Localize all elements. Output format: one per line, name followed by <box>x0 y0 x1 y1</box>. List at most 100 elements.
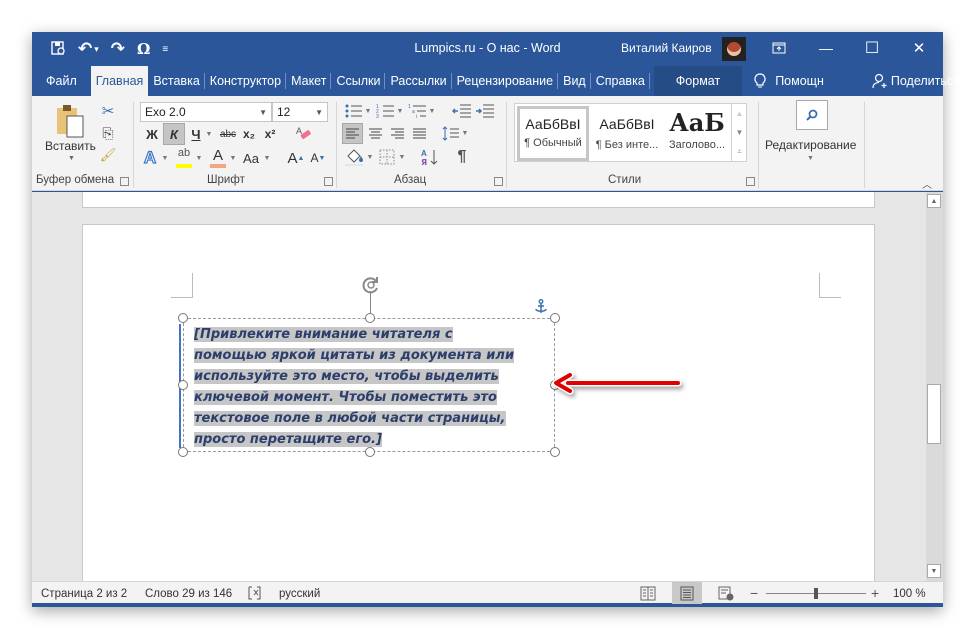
bold-button[interactable]: Ж <box>142 124 162 144</box>
sort-icon[interactable]: AЯ <box>420 147 440 167</box>
resize-handle-bottom[interactable] <box>365 447 375 457</box>
underline-dropdown-icon[interactable]: ▼ <box>204 124 214 144</box>
borders-icon[interactable] <box>378 148 396 166</box>
zoom-level[interactable]: 100 % <box>893 588 926 600</box>
font-size-combo[interactable]: 12 ▼ <box>272 102 328 122</box>
tab-file[interactable]: Файл <box>32 66 91 96</box>
font-color-dropdown-icon[interactable]: ▼ <box>228 147 238 169</box>
collapse-ribbon-icon[interactable]: ︿ <box>922 176 932 191</box>
shading-dropdown-icon[interactable]: ▼ <box>366 147 374 167</box>
justify-icon[interactable] <box>410 124 429 143</box>
anchor-icon[interactable] <box>534 299 548 314</box>
tab-layout[interactable]: Макет <box>286 66 332 96</box>
highlight-button[interactable]: ab <box>174 147 194 169</box>
scroll-down-icon[interactable]: ▼ <box>927 564 941 578</box>
tab-format[interactable]: Формат <box>653 66 743 96</box>
subscript-button[interactable]: x₂ <box>240 124 258 144</box>
avatar[interactable] <box>722 37 746 61</box>
change-case-button[interactable]: Aa <box>240 147 262 169</box>
zoom-slider-thumb[interactable] <box>814 588 818 599</box>
symbol-icon[interactable]: Ω <box>137 40 150 58</box>
proofing-icon[interactable] <box>247 586 263 600</box>
style-normal[interactable]: АаБбВвІ ¶ Обычный <box>517 106 589 161</box>
read-mode-icon[interactable] <box>640 586 656 601</box>
page-count[interactable]: Страница 2 из 2 <box>41 588 127 600</box>
paragraph-dialog-launcher[interactable] <box>494 177 503 186</box>
zoom-out-button[interactable]: − <box>750 585 758 601</box>
tab-home[interactable]: Главная <box>90 66 149 96</box>
underline-button[interactable]: Ч <box>188 124 204 144</box>
rotate-handle-icon[interactable] <box>361 275 381 295</box>
zoom-in-button[interactable]: + <box>871 585 879 601</box>
word-count[interactable]: Слово 29 из 146 <box>145 588 232 600</box>
maximize-button[interactable]: ☐ <box>849 32 895 64</box>
gallery-scroll-up-icon[interactable]: ▲ <box>732 104 747 123</box>
tab-references[interactable]: Ссылки <box>331 66 386 96</box>
shrink-font-button[interactable]: A ▼ <box>309 147 327 169</box>
grow-font-button[interactable]: A ▲ <box>287 147 305 169</box>
close-button[interactable]: ✕ <box>896 32 942 64</box>
undo-icon[interactable]: ↶ <box>78 39 92 59</box>
redo-icon[interactable]: ↷ <box>111 39 125 59</box>
text-box-content[interactable]: [Привлеките внимание читателя с помощью … <box>194 324 549 450</box>
resize-handle-bottom-left[interactable] <box>178 447 188 457</box>
multilevel-dropdown-icon[interactable]: ▼ <box>428 103 436 119</box>
style-no-spacing[interactable]: АаБбВвІ ¶ Без инте... <box>591 106 663 161</box>
font-color-button[interactable]: A <box>208 147 228 169</box>
ribbon-display-options-button[interactable] <box>756 32 802 64</box>
bullets-dropdown-icon[interactable]: ▼ <box>364 103 372 119</box>
align-center-icon[interactable] <box>366 124 385 143</box>
tab-view[interactable]: Вид <box>558 66 591 96</box>
show-formatting-marks-button[interactable]: ¶ <box>452 147 472 167</box>
text-box[interactable]: [Привлеките внимание читателя с помощью … <box>178 277 560 457</box>
gallery-scroll-down-icon[interactable]: ▼ <box>732 123 747 142</box>
style-heading-1[interactable]: АаБ Заголово... <box>661 106 733 161</box>
tab-mailings[interactable]: Рассылки <box>385 66 452 96</box>
gallery-more-icon[interactable]: ⩡ <box>732 142 747 161</box>
numbering-dropdown-icon[interactable]: ▼ <box>396 103 404 119</box>
highlight-dropdown-icon[interactable]: ▼ <box>194 147 204 169</box>
align-left-button[interactable] <box>342 123 363 144</box>
cut-icon[interactable]: ✂ <box>99 102 117 120</box>
text-effects-dropdown-icon[interactable]: ▼ <box>160 147 170 169</box>
resize-handle-top[interactable] <box>365 313 375 323</box>
line-spacing-icon[interactable] <box>442 124 461 143</box>
vertical-scrollbar[interactable]: ▲ ▼ <box>926 192 943 581</box>
customize-qat-icon[interactable]: ≡ <box>162 44 168 55</box>
user-name[interactable]: Виталий Каиров <box>621 41 712 55</box>
paste-button[interactable]: Вставить ▼ <box>40 100 98 168</box>
page[interactable]: [Привлеките внимание читателя с помощью … <box>82 224 875 581</box>
web-layout-icon[interactable] <box>718 586 734 601</box>
numbering-icon[interactable]: 123 <box>376 103 396 119</box>
increase-indent-icon[interactable] <box>475 103 495 119</box>
undo-dropdown-icon[interactable]: ▾ <box>94 44 99 55</box>
text-effects-button[interactable]: A <box>140 147 160 169</box>
tab-review[interactable]: Рецензирование <box>452 66 559 96</box>
multilevel-list-icon[interactable]: 1ai <box>408 103 428 119</box>
change-case-dropdown-icon[interactable]: ▼ <box>262 147 272 169</box>
save-icon[interactable] <box>50 40 66 59</box>
line-spacing-dropdown-icon[interactable]: ▼ <box>461 124 469 143</box>
bullets-icon[interactable] <box>344 103 364 119</box>
language[interactable]: русский <box>279 588 320 600</box>
shading-icon[interactable] <box>344 147 366 167</box>
editing-button[interactable]: Редактирование ▼ <box>762 100 858 170</box>
resize-handle-left[interactable] <box>178 380 188 390</box>
font-name-combo[interactable]: Exo 2.0 ▼ <box>140 102 272 122</box>
tab-design[interactable]: Конструктор <box>205 66 287 96</box>
superscript-button[interactable]: x² <box>261 124 279 144</box>
borders-dropdown-icon[interactable]: ▼ <box>398 147 406 167</box>
align-right-icon[interactable] <box>388 124 407 143</box>
scrollbar-thumb[interactable] <box>927 384 941 444</box>
tab-insert[interactable]: Вставка <box>148 66 206 96</box>
resize-handle-bottom-right[interactable] <box>550 447 560 457</box>
print-layout-button[interactable] <box>672 582 702 604</box>
zoom-slider[interactable] <box>766 588 866 599</box>
font-dialog-launcher[interactable] <box>324 177 333 186</box>
decrease-indent-icon[interactable] <box>452 103 472 119</box>
strikethrough-button[interactable]: abc <box>217 124 239 144</box>
resize-handle-top-right[interactable] <box>550 313 560 323</box>
tell-me-button[interactable]: Помощн <box>748 66 829 96</box>
styles-dialog-launcher[interactable] <box>746 177 755 186</box>
italic-button[interactable]: К <box>163 123 185 145</box>
